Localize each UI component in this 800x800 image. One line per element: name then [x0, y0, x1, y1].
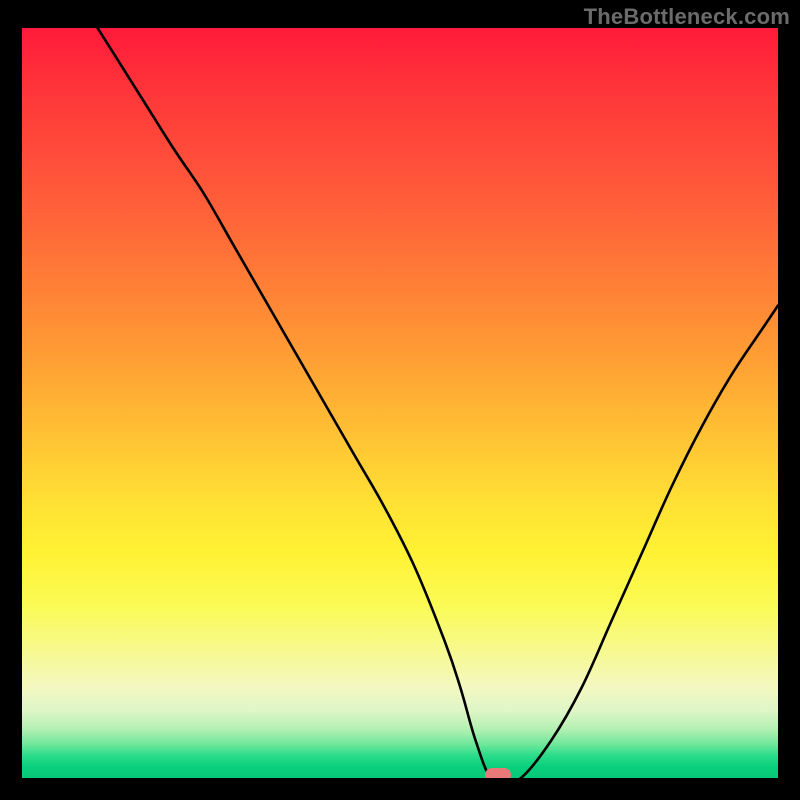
- bottleneck-curve-path: [98, 28, 778, 778]
- optimum-marker: [485, 768, 511, 778]
- chart-frame: TheBottleneck.com: [0, 0, 800, 800]
- plot-area: [22, 28, 778, 778]
- bottleneck-curve: [22, 28, 778, 778]
- watermark-text: TheBottleneck.com: [584, 4, 790, 30]
